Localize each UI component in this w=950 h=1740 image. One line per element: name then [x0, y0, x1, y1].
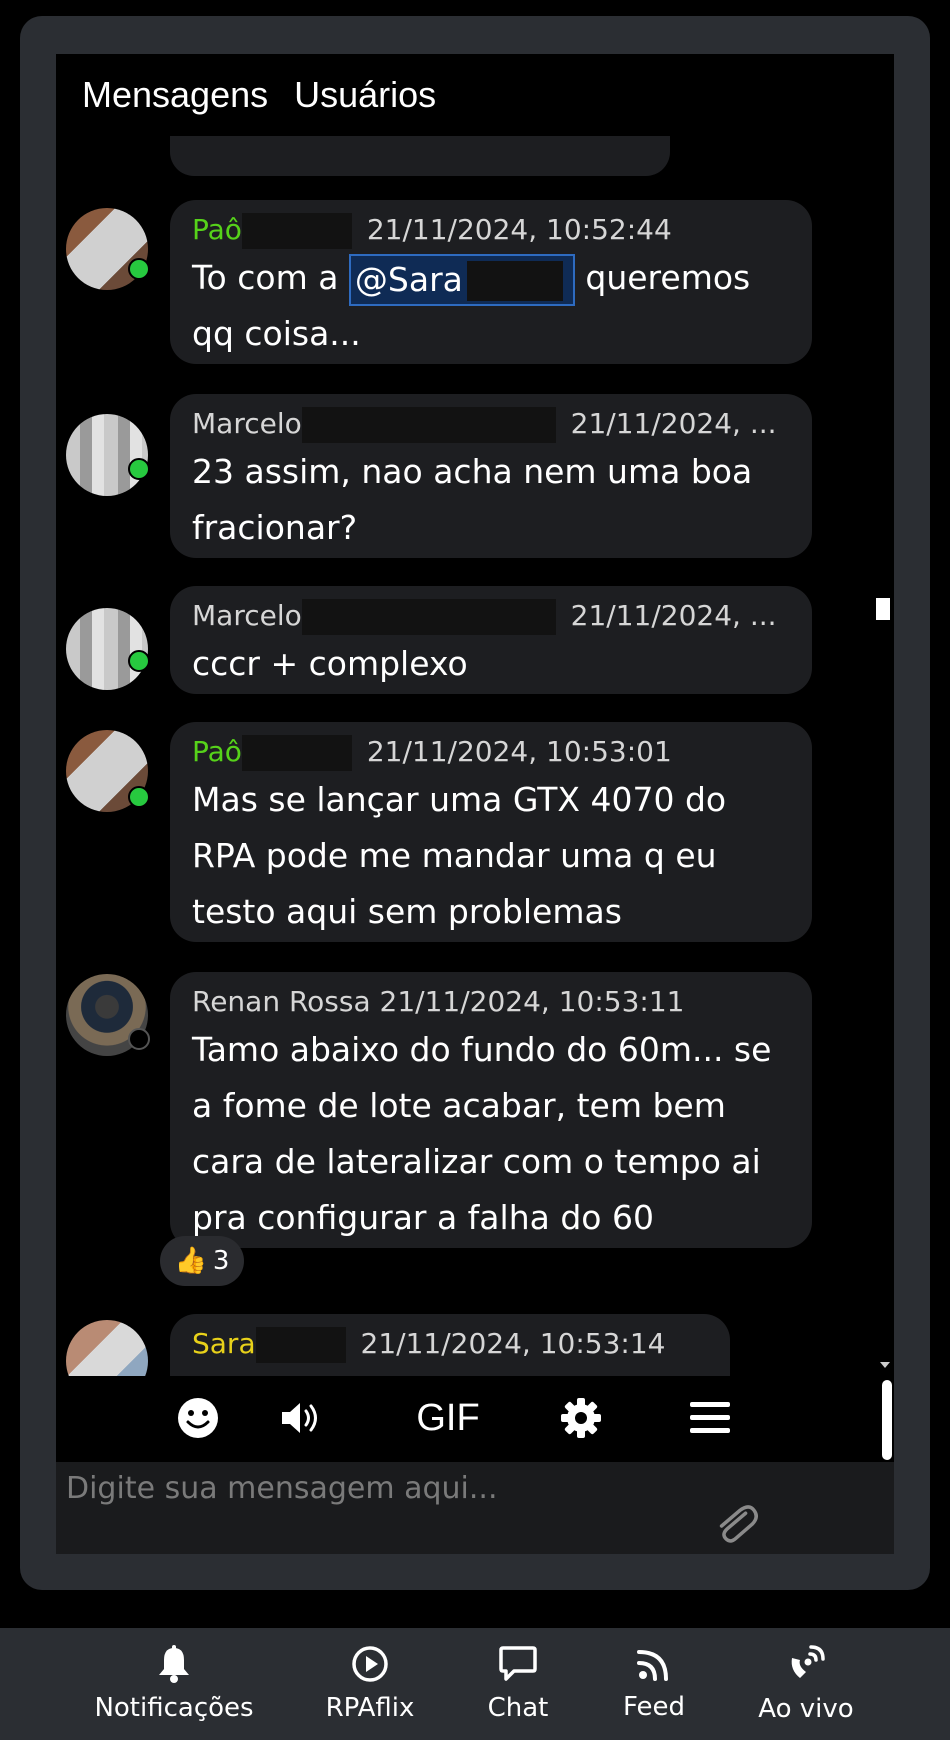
- nav-chat[interactable]: Chat: [480, 1628, 556, 1740]
- hamburger-menu-icon: [690, 1402, 730, 1433]
- timestamp: 21/11/2024, ...: [570, 599, 777, 632]
- message-list[interactable]: Paô 21/11/2024, 10:52:44 To com a @Sara …: [56, 136, 894, 1376]
- thumbs-up-icon: 👍: [174, 1246, 207, 1276]
- smiley-icon: [178, 1398, 218, 1438]
- nav-label: Notificações: [94, 1693, 254, 1723]
- tab-bar: Mensagens Usuários: [56, 54, 894, 136]
- emoji-button[interactable]: [174, 1390, 222, 1446]
- avatar[interactable]: [66, 414, 148, 496]
- online-status-dot: [128, 786, 150, 808]
- message-bubble: Marcelo 21/11/2024, ... cccr + complexo: [170, 586, 812, 694]
- offline-status-dot: [128, 1028, 150, 1050]
- nav-feed[interactable]: Feed: [612, 1628, 696, 1740]
- timestamp: 21/11/2024, 10:53:11: [379, 985, 685, 1018]
- nav-rpaflix[interactable]: RPAflix: [318, 1628, 422, 1740]
- paperclip-icon: [719, 1505, 758, 1543]
- nav-label: Feed: [622, 1692, 686, 1722]
- gif-button[interactable]: GIF: [408, 1390, 488, 1446]
- settings-button[interactable]: [558, 1390, 604, 1446]
- nav-label: RPAflix: [325, 1693, 415, 1723]
- previous-message-bubble: [170, 136, 670, 176]
- redacted-surname: [241, 213, 352, 249]
- message-bubble: Marcelo 21/11/2024, ... 23 assim, nao ac…: [170, 394, 812, 558]
- online-status-dot: [128, 458, 150, 480]
- broadcast-icon: [791, 1645, 825, 1678]
- message-text: To com a @Sara queremos qq coisa...: [192, 250, 790, 362]
- message-composer: [56, 1462, 894, 1554]
- timestamp: 21/11/2024, 10:53:14: [360, 1327, 666, 1360]
- author-name[interactable]: Marcelo: [192, 599, 302, 632]
- online-status-dot: [128, 650, 150, 672]
- timestamp: 21/11/2024, 10:52:44: [366, 213, 672, 246]
- nav-label: Ao vivo: [758, 1694, 854, 1724]
- attach-button[interactable]: [714, 1500, 758, 1552]
- redacted-surname: [241, 735, 352, 771]
- speaker-icon: [282, 1403, 317, 1433]
- reaction-badge[interactable]: 👍 3: [160, 1236, 244, 1286]
- menu-button[interactable]: [688, 1390, 732, 1446]
- message-bubble: Paô 21/11/2024, 10:52:44 To com a @Sara …: [170, 200, 812, 364]
- author-name[interactable]: Marcelo: [192, 407, 302, 440]
- message-text: cccr + complexo: [192, 644, 468, 683]
- nav-label: Chat: [487, 1693, 549, 1723]
- author-name[interactable]: Paô: [192, 213, 242, 246]
- online-status-dot: [128, 258, 150, 280]
- bell-icon: [159, 1645, 189, 1683]
- message-text: 23 assim, nao acha nem uma boa fracionar…: [192, 452, 753, 547]
- mention-tag[interactable]: @Sara: [348, 253, 575, 306]
- message-bubble: Sara 21/11/2024, 10:53:14: [170, 1314, 730, 1376]
- chat-bubble-icon: [499, 1646, 537, 1681]
- author-name[interactable]: Sara: [192, 1327, 256, 1360]
- toolbar-scrollbar[interactable]: [882, 1380, 892, 1460]
- timestamp: 21/11/2024, 10:53:01: [366, 735, 672, 768]
- timestamp: 21/11/2024, ...: [570, 407, 777, 440]
- redacted-surname: [301, 407, 556, 443]
- rss-icon: [637, 1650, 668, 1681]
- reaction-count: 3: [212, 1246, 230, 1276]
- message-input[interactable]: [56, 1462, 894, 1554]
- message-text: Tamo abaixo do fundo do 60m... se a fome…: [192, 1030, 772, 1237]
- scroll-indicator[interactable]: [876, 598, 890, 620]
- redacted-surname: [301, 599, 556, 635]
- avatar[interactable]: [66, 608, 148, 690]
- gear-icon: [561, 1398, 601, 1438]
- chat-toolbar: GIF: [56, 1376, 894, 1460]
- avatar[interactable]: [66, 1320, 148, 1376]
- message-bubble: Renan Rossa 21/11/2024, 10:53:11 Tamo ab…: [170, 972, 812, 1248]
- redacted-surname: [255, 1327, 346, 1363]
- nav-live[interactable]: Ao vivo: [756, 1628, 856, 1740]
- tab-users[interactable]: Usuários: [294, 74, 436, 116]
- play-circle-icon: [352, 1646, 388, 1682]
- scroll-down-arrow-icon[interactable]: [880, 1362, 890, 1368]
- author-name[interactable]: Renan Rossa: [192, 985, 371, 1018]
- author-name[interactable]: Paô: [192, 735, 242, 768]
- bottom-navigation: Notificações RPAflix Chat Feed Ao vivo: [0, 1628, 950, 1740]
- message-bubble: Paô 21/11/2024, 10:53:01 Mas se lançar u…: [170, 722, 812, 942]
- tab-messages[interactable]: Mensagens: [82, 74, 268, 116]
- nav-notifications[interactable]: Notificações: [94, 1628, 254, 1740]
- sound-button[interactable]: [278, 1390, 328, 1446]
- message-text: Mas se lançar uma GTX 4070 do RPA pode m…: [192, 780, 727, 931]
